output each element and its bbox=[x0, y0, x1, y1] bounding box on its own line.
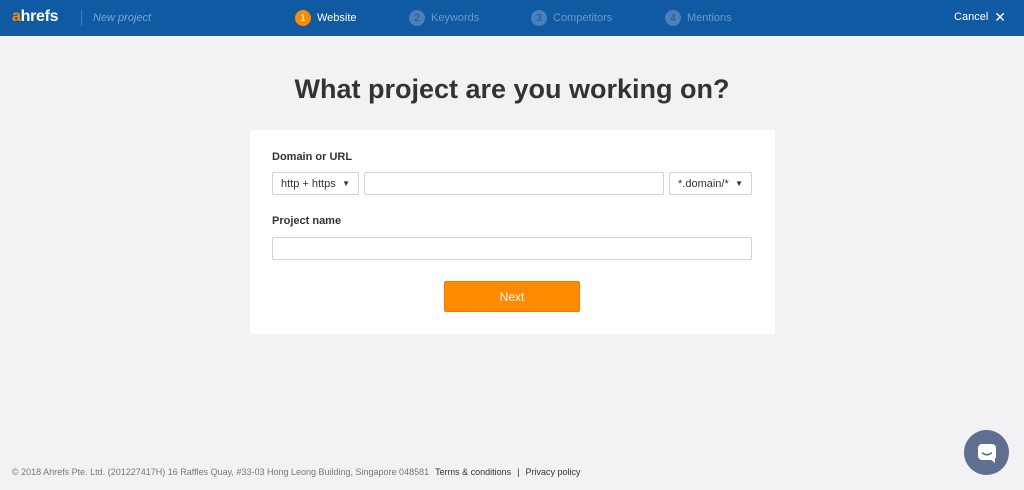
project-name-placeholder: New project bbox=[93, 12, 152, 24]
next-button[interactable]: Next bbox=[444, 281, 580, 312]
page-title: What project are you working on? bbox=[294, 74, 730, 104]
step-number: 3 bbox=[531, 10, 547, 26]
chevron-down-icon: ▼ bbox=[342, 179, 350, 188]
chat-button[interactable] bbox=[964, 430, 1009, 475]
scope-select[interactable]: *.domain/* ▼ bbox=[669, 172, 752, 195]
step-keywords[interactable]: 2 Keywords bbox=[409, 10, 479, 26]
top-bar: ahrefs New project 1 Website 2 Keywords … bbox=[0, 0, 1024, 36]
step-label: Keywords bbox=[431, 12, 480, 24]
project-name-input[interactable] bbox=[272, 237, 752, 260]
step-website[interactable]: 1 Website bbox=[295, 10, 357, 26]
close-icon: ✕ bbox=[994, 9, 1006, 25]
header-divider bbox=[81, 10, 82, 26]
cancel-label: Cancel bbox=[954, 11, 989, 23]
protocol-select[interactable]: http + https ▼ bbox=[272, 172, 359, 195]
ahrefs-logo[interactable]: ahrefs bbox=[12, 8, 59, 26]
chevron-down-icon: ▼ bbox=[735, 179, 743, 188]
project-name-label: Project name bbox=[272, 215, 342, 227]
chat-icon bbox=[977, 443, 996, 463]
protocol-value: http + https bbox=[281, 177, 336, 190]
domain-label: Domain or URL bbox=[272, 151, 353, 163]
scope-value: *.domain/* bbox=[678, 177, 729, 190]
step-label: Competitors bbox=[553, 12, 613, 24]
domain-url-input[interactable] bbox=[364, 172, 664, 195]
privacy-link[interactable]: Privacy policy bbox=[525, 467, 580, 477]
copyright-text: © 2018 Ahrefs Pte. Ltd. (201227417H) 16 … bbox=[12, 467, 430, 477]
footer: © 2018 Ahrefs Pte. Ltd. (201227417H) 16 … bbox=[12, 467, 580, 477]
step-number: 1 bbox=[295, 10, 311, 26]
step-label: Mentions bbox=[687, 12, 732, 24]
step-number: 2 bbox=[409, 10, 425, 26]
step-mentions[interactable]: 4 Mentions bbox=[665, 10, 732, 26]
cancel-button[interactable]: Cancel ✕ bbox=[954, 9, 1006, 25]
step-label: Website bbox=[317, 12, 357, 24]
project-form-card: Domain or URL http + https ▼ *.domain/* … bbox=[250, 130, 775, 334]
terms-link[interactable]: Terms & conditions bbox=[435, 467, 511, 477]
footer-separator: | bbox=[517, 467, 520, 477]
step-competitors[interactable]: 3 Competitors bbox=[531, 10, 612, 26]
step-number: 4 bbox=[665, 10, 681, 26]
